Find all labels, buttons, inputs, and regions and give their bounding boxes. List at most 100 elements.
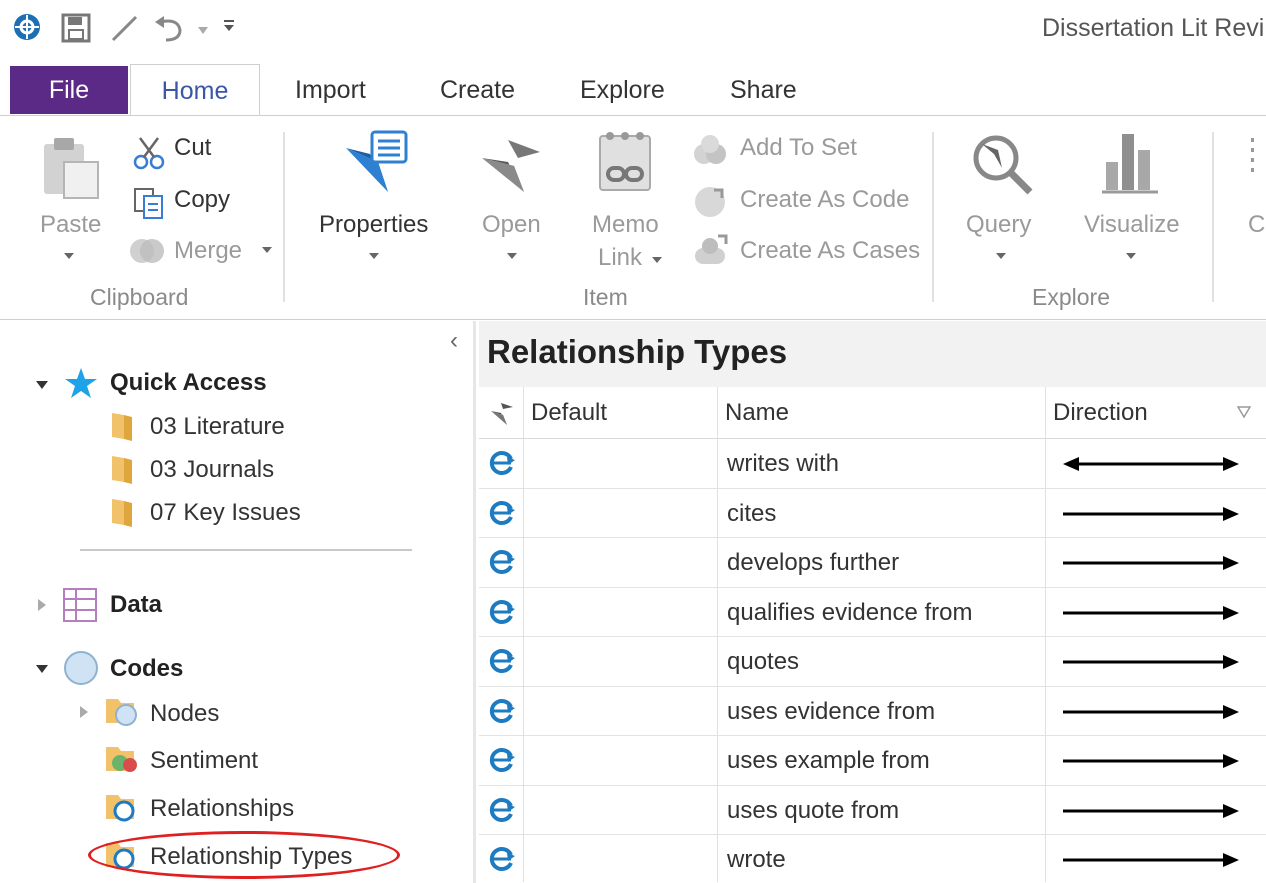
query-icon (966, 128, 1036, 203)
table-row[interactable]: wrote (479, 835, 1266, 883)
folder-icon (110, 497, 134, 532)
list-item-label: 07 Key Issues (150, 499, 301, 526)
paste-icon (40, 134, 102, 205)
merge-caret (262, 247, 272, 253)
table-row[interactable]: develops further (479, 538, 1266, 588)
open-label: Open (482, 211, 541, 238)
app-logo-icon[interactable] (12, 12, 42, 47)
scissors-icon (132, 136, 166, 175)
relationship-type-icon (487, 844, 517, 879)
relationship-type-icon (487, 498, 517, 533)
list-item-label: Relationships (150, 795, 295, 822)
list-item-label: 03 Literature (150, 413, 285, 440)
right-arrow-icon (1063, 750, 1239, 777)
tab-import[interactable]: Import (295, 64, 366, 116)
merge-icon (128, 234, 166, 273)
right-arrow-icon (1063, 701, 1239, 728)
name-cell: develops further (727, 549, 900, 576)
divider (80, 549, 412, 551)
link-label: Link (598, 244, 643, 271)
relationship-type-icon (487, 795, 517, 830)
default-cell[interactable] (523, 786, 717, 836)
table-row[interactable]: uses example from (479, 736, 1266, 786)
bar-chart-icon (1098, 128, 1162, 201)
more-icon[interactable] (1250, 138, 1256, 193)
clipped-ribbon-label[interactable]: C (1248, 211, 1265, 239)
default-cell[interactable] (523, 439, 717, 489)
expand-data-icon[interactable] (38, 599, 46, 611)
list-item-label: 03 Journals (150, 456, 275, 483)
relationship-type-icon (487, 547, 517, 582)
table-row[interactable]: uses quote from (479, 786, 1266, 836)
expand-quick-access-icon[interactable] (36, 381, 48, 389)
data-label[interactable]: Data (110, 591, 162, 619)
ribbon: Paste Cut Copy Merge Clipboard Propertie… (0, 115, 1266, 320)
table-row[interactable]: writes with (479, 439, 1266, 489)
tab-share[interactable]: Share (730, 64, 797, 116)
right-arrow-icon (1063, 602, 1239, 629)
relationships-icon (104, 791, 140, 828)
table-row[interactable]: cites (479, 489, 1266, 539)
relationship-type-icon (487, 646, 517, 681)
visualize-label: Visualize (1084, 211, 1180, 238)
memo-label: Memo (592, 211, 659, 238)
sentiment-icon (104, 743, 140, 780)
right-arrow-icon (1063, 552, 1239, 579)
column-divider (1045, 387, 1046, 882)
tab-file[interactable]: File (10, 66, 128, 114)
tab-explore[interactable]: Explore (580, 64, 665, 116)
tab-home[interactable]: Home (130, 64, 260, 116)
customize-icon[interactable] (222, 18, 236, 37)
tab-create[interactable]: Create (440, 64, 515, 116)
merge-label: Merge (174, 237, 243, 264)
page-title: Relationship Types (479, 321, 1266, 387)
query-label: Query (966, 211, 1032, 238)
default-cell[interactable] (523, 736, 717, 786)
expand-nodes-icon[interactable] (80, 706, 88, 718)
quick-access-label[interactable]: Quick Access (110, 369, 267, 397)
dropdown-icon[interactable] (198, 22, 208, 40)
default-cell[interactable] (523, 637, 717, 687)
ribbon-separator (1212, 132, 1214, 302)
paste-caret (64, 253, 74, 259)
table-row[interactable]: uses evidence from (479, 687, 1266, 737)
open-column-icon[interactable] (489, 401, 515, 432)
default-cell[interactable] (523, 588, 717, 638)
copy-icon (132, 186, 166, 225)
default-cell[interactable] (523, 489, 717, 539)
relationship-type-icon (487, 597, 517, 632)
default-cell[interactable] (523, 538, 717, 588)
column-header-name[interactable]: Name (717, 387, 789, 439)
expand-codes-icon[interactable] (36, 665, 48, 673)
edit-icon[interactable] (108, 12, 140, 49)
add-to-set-label: Add To Set (740, 134, 857, 161)
filter-icon[interactable] (1236, 405, 1252, 423)
ribbon-separator (283, 132, 285, 302)
list-item-label: Sentiment (150, 747, 259, 774)
two-way-arrow-icon (1063, 453, 1239, 480)
codes-label[interactable]: Codes (110, 655, 183, 683)
list-item-label: Nodes (150, 700, 220, 727)
relationship-type-icon (487, 745, 517, 780)
folder-icon (110, 411, 134, 446)
undo-icon[interactable] (152, 12, 186, 49)
relationship-type-icon (487, 696, 517, 731)
explore-group-label: Explore (1032, 284, 1110, 310)
detail-view: Relationship Types Default Name Directio… (479, 321, 1266, 883)
memo-link-icon (594, 128, 658, 201)
table-row[interactable]: qualifies evidence from (479, 588, 1266, 638)
column-header-direction[interactable]: Direction (1045, 387, 1148, 439)
visualize-caret (1126, 253, 1136, 259)
table-row[interactable]: quotes (479, 637, 1266, 687)
ribbon-separator (932, 132, 934, 302)
data-table-icon (62, 587, 98, 628)
default-cell[interactable] (523, 687, 717, 737)
collapse-pane-button[interactable]: ‹ (450, 327, 458, 355)
column-header-default[interactable]: Default (523, 387, 607, 439)
properties-caret (369, 253, 379, 259)
right-arrow-icon (1063, 800, 1239, 827)
default-cell[interactable] (523, 835, 717, 883)
create-as-code-icon (692, 184, 728, 225)
save-icon[interactable] (60, 12, 92, 49)
right-arrow-icon (1063, 849, 1239, 876)
